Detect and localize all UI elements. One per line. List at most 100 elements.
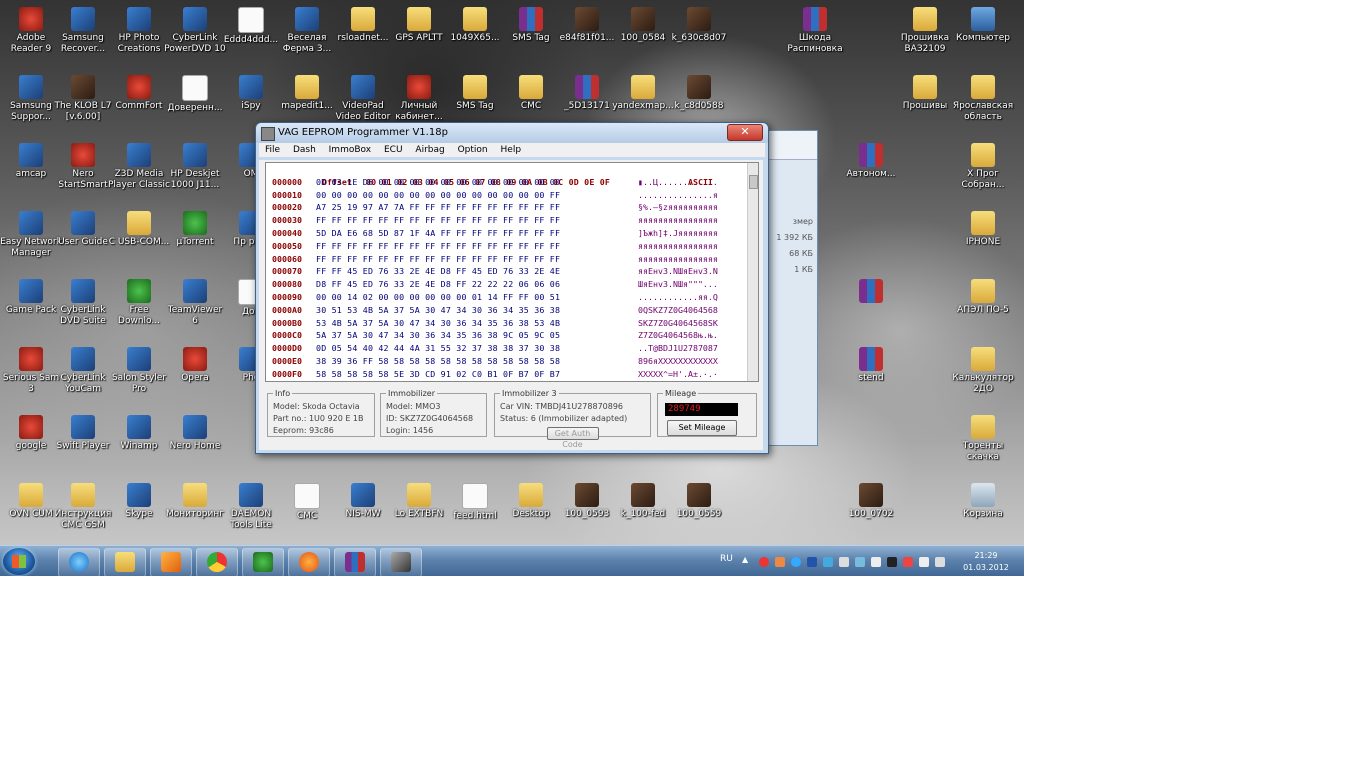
desktop-icon[interactable]: Х Прог Собран... (952, 140, 1014, 206)
desktop-icon[interactable]: Автоном... (840, 140, 902, 206)
desktop-icon[interactable]: CMC (276, 480, 338, 546)
menu-option[interactable]: Option (458, 145, 488, 155)
desktop-icon[interactable]: 100_0702 (840, 480, 902, 546)
mileage-display[interactable]: 289749 (665, 403, 738, 416)
desktop-icon[interactable]: Opera (164, 344, 226, 410)
desktop-icon[interactable] (840, 276, 902, 342)
hex-editor[interactable]: Offset 00 01 02 03 04 05 06 07 08 09 0A 0… (265, 162, 759, 382)
desktop-icon[interactable]: HP Deskjet 1000 J11... (164, 140, 226, 206)
tray-icon-5[interactable] (823, 557, 833, 567)
desktop-icon[interactable]: Корзина (952, 480, 1014, 546)
desktop-icon[interactable]: k_100-fed (612, 480, 674, 546)
desktop-icon[interactable]: Eddd4ddd... (220, 4, 282, 70)
hex-row[interactable]: 000010 00 00 00 00 00 00 00 00 00 00 00 0… (266, 189, 758, 202)
desktop-icon[interactable]: Торенты скачка (952, 412, 1014, 478)
hex-row[interactable]: 0000D0 0D 05 54 40 42 44 4A 31 55 32 37 3… (266, 342, 758, 355)
hex-row[interactable]: 000060 FF FF FF FF FF FF FF FF FF FF FF F… (266, 253, 758, 266)
taskbar-chrome-button[interactable] (196, 548, 238, 576)
desktop-icon[interactable]: CyberLink YouCam (52, 344, 114, 410)
hex-row[interactable]: 000080 D8 FF 45 ED 76 33 2E 4E D8 FF 22 2… (266, 278, 758, 291)
language-indicator[interactable]: RU (720, 554, 733, 564)
desktop-icon[interactable]: DAEMON Tools Lite (220, 480, 282, 546)
desktop-icon[interactable]: User Guide (52, 208, 114, 274)
desktop-icon[interactable]: TeamViewer 6 (164, 276, 226, 342)
hex-row[interactable]: 000030 FF FF FF FF FF FF FF FF FF FF FF F… (266, 214, 758, 227)
desktop-icon[interactable]: Ярославская область (952, 72, 1014, 138)
desktop-icon[interactable]: SMS Tag (500, 4, 562, 70)
desktop-icon[interactable]: Мониторинг (164, 480, 226, 546)
desktop-icon[interactable]: C USB-COM... (108, 208, 170, 274)
hex-row[interactable]: 000020 A7 25 19 97 A7 7A FF FF FF FF FF F… (266, 201, 758, 214)
desktop-icon[interactable]: The KLOB L7 [v.6.00] (52, 72, 114, 138)
desktop-icon[interactable]: Компьютер (952, 4, 1014, 70)
menu-dash[interactable]: Dash (293, 145, 316, 155)
opera-tray-icon[interactable] (759, 557, 769, 567)
menu-airbag[interactable]: Airbag (415, 145, 444, 155)
desktop-icon[interactable]: 100_0593 (556, 480, 618, 546)
taskbar-icq-button[interactable] (242, 548, 284, 576)
desktop-icon[interactable]: CyberLink DVD Suite (52, 276, 114, 342)
signal-icon[interactable] (935, 557, 945, 567)
tray-icon-9[interactable] (887, 557, 897, 567)
desktop-icon[interactable]: 100_0559 (668, 480, 730, 546)
vag-eeprom-window[interactable]: VAG EEPROM Programmer V1.18p ✕ File Dash… (255, 122, 769, 454)
network-icon[interactable] (919, 557, 929, 567)
hex-row[interactable]: 0000B0 53 4B 5A 37 5A 30 47 34 30 36 34 3… (266, 317, 758, 330)
tray-icon-3[interactable] (791, 557, 801, 567)
desktop-icon[interactable]: feed.html (444, 480, 506, 546)
desktop-icon[interactable]: NIS-MW (332, 480, 394, 546)
desktop-icon[interactable]: Доверенн... (164, 72, 226, 138)
menu-help[interactable]: Help (501, 145, 522, 155)
menu-ecu[interactable]: ECU (384, 145, 403, 155)
show-hidden-icons[interactable]: ▲ (742, 555, 752, 565)
desktop-icon[interactable]: Nero Home (164, 412, 226, 478)
desktop-icon[interactable]: Шкода Распиновка (784, 4, 846, 70)
taskbar-explorer-button[interactable] (104, 548, 146, 576)
hex-row[interactable]: 0000A0 30 51 53 4B 5A 37 5A 30 47 34 30 3… (266, 304, 758, 317)
desktop-icon[interactable]: Samsung Recover... (52, 4, 114, 70)
desktop-icon[interactable]: Веселая Ферма 3... (276, 4, 338, 70)
hex-row[interactable]: 000050 FF FF FF FF FF FF FF FF FF FF FF F… (266, 240, 758, 253)
get-auth-code-button[interactable]: Get Auth Code (546, 427, 599, 449)
desktop-icon[interactable]: HP Photo Creations (108, 4, 170, 70)
hex-row[interactable]: 000040 5D DA E6 68 5D 87 1F 4A FF FF FF F… (266, 227, 758, 240)
desktop-icon[interactable]: Swift Player (52, 412, 114, 478)
desktop-icon[interactable]: Z3D Media Player Classic (108, 140, 170, 206)
desktop-icon[interactable]: rsloadnet... (332, 4, 394, 70)
volume-icon[interactable] (903, 557, 913, 567)
desktop-icon[interactable]: stend (840, 344, 902, 410)
desktop-icon[interactable]: Прошивы (894, 72, 956, 138)
hex-row[interactable]: 0000C0 5A 37 5A 30 47 34 30 36 34 35 36 3… (266, 329, 758, 342)
desktop-icon[interactable]: GPS APLTT (388, 4, 450, 70)
menu-immobox[interactable]: ImmoBox (329, 145, 371, 155)
tray-icon-7[interactable] (855, 557, 865, 567)
hex-row[interactable]: 000090 00 00 14 02 00 00 00 00 00 00 01 1… (266, 291, 758, 304)
desktop-icon[interactable]: CyberLink PowerDVD 10 (164, 4, 226, 70)
background-explorer-window[interactable]: змер 1 392 КБ 68 КБ 1 КБ (765, 130, 818, 446)
desktop-icon[interactable]: Winamp (108, 412, 170, 478)
close-button[interactable]: ✕ (727, 124, 763, 141)
desktop-icon[interactable]: CommFort (108, 72, 170, 138)
desktop-icon[interactable]: IPHONE (952, 208, 1014, 274)
desktop-icon[interactable]: Lo EXTBFN (388, 480, 450, 546)
tray-icon-6[interactable] (839, 557, 849, 567)
desktop-icon[interactable]: k_630c8d07 (668, 4, 730, 70)
scroll-thumb[interactable] (749, 175, 758, 189)
desktop-icon[interactable]: µTorrent (164, 208, 226, 274)
desktop-icon[interactable]: 1049X65... (444, 4, 506, 70)
desktop-icon[interactable]: Nero StartSmart (52, 140, 114, 206)
tray-icon-8[interactable] (871, 557, 881, 567)
set-mileage-button[interactable]: Set Mileage (667, 420, 737, 436)
desktop-icon[interactable]: Skype (108, 480, 170, 546)
start-button[interactable] (3, 548, 35, 575)
tray-icon-2[interactable] (775, 557, 785, 567)
desktop-icon[interactable]: Калькулятор 2ДО (952, 344, 1014, 410)
window-titlebar[interactable]: VAG EEPROM Programmer V1.18p ✕ (256, 123, 768, 143)
tray-icon-4[interactable] (807, 557, 817, 567)
clock[interactable]: 21:29 01.03.2012 (955, 550, 1017, 574)
hex-row[interactable]: 0000F0 58 58 58 58 58 5E 3D CD 91 02 C0 B… (266, 368, 758, 381)
desktop-icon[interactable]: Free Downlo... (108, 276, 170, 342)
desktop-icon[interactable]: Salon Styler Pro (108, 344, 170, 410)
hex-scrollbar[interactable] (747, 163, 758, 381)
desktop-icon[interactable]: 100_0584 (612, 4, 674, 70)
